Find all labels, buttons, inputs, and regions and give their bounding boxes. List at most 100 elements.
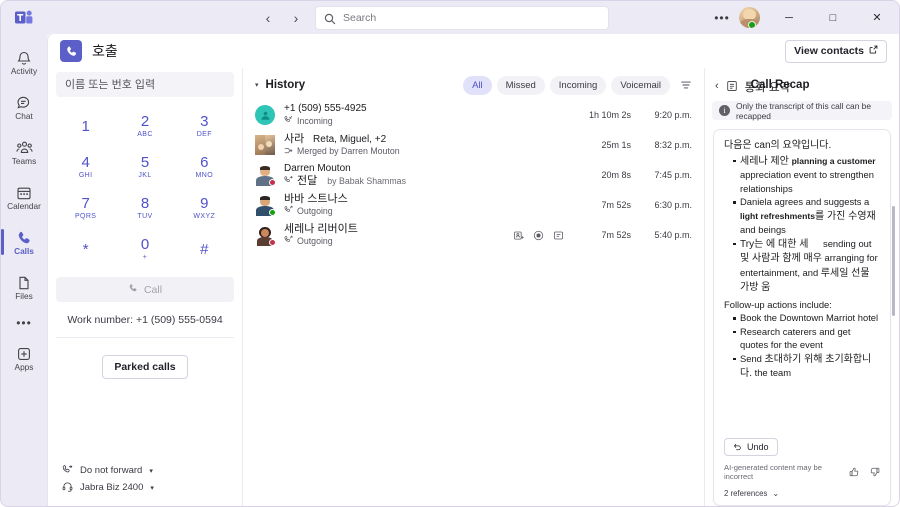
call-forward-label: Do not forward [80,465,143,476]
avatar [255,165,276,186]
sidebar-item-apps[interactable]: Apps [1,336,47,381]
key-9[interactable]: 9 WXYZ [175,188,234,228]
view-contacts-button[interactable]: View contacts [785,39,887,63]
calendar-icon [16,184,32,201]
search-input[interactable] [343,11,600,24]
sidebar-item-teams[interactable]: Teams [1,130,47,175]
more-options-button[interactable]: ••• [708,4,736,32]
minimize-button[interactable]: ─ [767,1,811,34]
thumbs-up-icon[interactable] [849,467,859,477]
table-row[interactable]: 바바 스트나스 Outgoing 7m 52s 6:30 p.m. [243,190,704,220]
caller-name: 세레나 리버이트 [284,223,358,235]
summary-ko2: 및 사람과 함께 매우 [740,253,822,264]
thumbs-down-icon[interactable] [870,467,880,477]
rail-more-button[interactable]: ••• [1,310,47,336]
search-bar[interactable] [315,5,609,30]
back-button[interactable]: ‹ [257,7,279,29]
key-number: 4 [81,154,90,171]
ai-disclaimer-row: AI-generated content may be incorrect [724,463,880,481]
chip-all[interactable]: All [463,75,492,95]
table-row[interactable]: 세레나 리버이트 Outgoing 7m 52s 5:40 p.m. [243,220,704,250]
sidebar-item-files[interactable]: Files [1,265,47,310]
avatar [255,225,276,246]
key-letters: + [142,254,148,261]
sidebar-item-label: Apps [14,362,34,372]
feedback-buttons [849,467,880,477]
back-button[interactable]: ‹ [715,80,719,92]
phone-icon [128,283,138,296]
sidebar-item-chat[interactable]: Chat [1,85,47,130]
sidebar-item-activity[interactable]: Activity [1,40,47,85]
sidebar-item-label: Calls [14,246,34,256]
filter-icon[interactable] [678,77,694,93]
dial-input[interactable] [56,72,234,97]
table-row[interactable]: 사라 Reta, Miguel, +2 Merged by Darren Mou… [243,130,704,160]
teams-icon [15,139,33,156]
chip-incoming[interactable]: Incoming [549,75,607,95]
key-5[interactable]: 5 JKL [115,147,174,187]
key-hash[interactable]: # [175,229,234,269]
key-number: 6 [200,154,209,171]
key-star[interactable]: * [56,229,115,269]
chip-voicemail[interactable]: Voicemail [611,75,670,95]
table-row[interactable]: +1 (509) 555-4925 Incoming 1h 10m 2s 9:2… [243,100,704,130]
sidebar-item-label: Activity [10,66,38,76]
audio-device-setting[interactable]: Jabra Biz 2400 ▾ [58,479,232,496]
key-1[interactable]: 1 [56,106,115,146]
call-forward-setting[interactable]: Do not forward ▾ [58,462,232,479]
row-main: Darren Mouton 전달 by Babak Shammas [284,163,555,187]
panes: 1 2 ABC 3 DEF 4 GHI [48,68,899,506]
key-8[interactable]: 8 TUV [115,188,174,228]
outgoing-call-icon [284,205,293,217]
undo-button[interactable]: Undo [724,438,778,456]
call-button[interactable]: Call [56,277,234,302]
row-actions [513,230,564,241]
references-toggle[interactable]: 2 references ⌄ [724,489,880,498]
chip-missed[interactable]: Missed [496,75,545,95]
chevron-down-icon: ▾ [150,484,154,492]
summary-ko: 세레나 제안 [740,155,792,167]
recap-lead-ko2: 의 요약입니다. [770,140,832,151]
call-duration: 25m 1s [601,140,631,150]
avatar[interactable] [739,7,760,28]
followup-heading: Follow-up actions include: [724,298,832,310]
references-label: 2 references [724,489,768,498]
summary-ko2: 를 가진 수영재 [814,210,876,222]
row-main: +1 (509) 555-4925 Incoming [284,103,555,127]
key-6[interactable]: 6 MNO [175,147,234,187]
call-type: Incoming [284,115,555,127]
call-type: Outgoing [284,235,504,247]
list-item: Try는 에 대한 세 sending out 및 사람과 함께 매우 arra… [733,237,880,295]
history-filter-chips: All Missed Incoming Voicemail [463,75,694,95]
key-7[interactable]: 7 PQRS [56,188,115,228]
caller-name: 바바 스트나스 [284,193,348,205]
parked-calls-area: Parked calls [56,355,234,379]
call-forwarded-by: by Babak Shammas [327,175,406,186]
chat-icon[interactable] [553,230,564,241]
open-external-icon [869,45,878,57]
parked-calls-button[interactable]: Parked calls [102,355,188,379]
avatar [255,195,276,216]
key-0[interactable]: 0 + [115,229,174,269]
add-contact-icon[interactable] [513,230,524,241]
collapse-history-icon[interactable]: ▾ [255,81,259,89]
key-3[interactable]: 3 DEF [175,106,234,146]
forward-button[interactable]: › [285,7,307,29]
call-type: Merged by Darren Mouton [284,146,555,158]
recap-scrollbar[interactable] [892,206,895,316]
call-type: 전달 by Babak Shammas [284,175,555,187]
call-type-label: Outgoing [297,205,333,216]
close-button[interactable]: ✕ [855,1,899,34]
key-2[interactable]: 2 ABC [115,106,174,146]
presence-available [269,209,276,216]
followup-text: Book the Downtown Marriot hotel [740,312,879,323]
record-icon[interactable] [533,230,544,241]
table-row[interactable]: Darren Mouton 전달 by Babak Shammas 20m 8s… [243,160,704,190]
sidebar-item-calls[interactable]: Calls [1,220,47,265]
search-icon [324,12,336,24]
maximize-button[interactable]: □ [811,1,855,34]
chevron-down-icon: ▾ [149,467,153,475]
key-4[interactable]: 4 GHI [56,147,115,187]
sidebar-item-calendar[interactable]: Calendar [1,175,47,220]
call-duration: 7m 52s [601,200,631,210]
